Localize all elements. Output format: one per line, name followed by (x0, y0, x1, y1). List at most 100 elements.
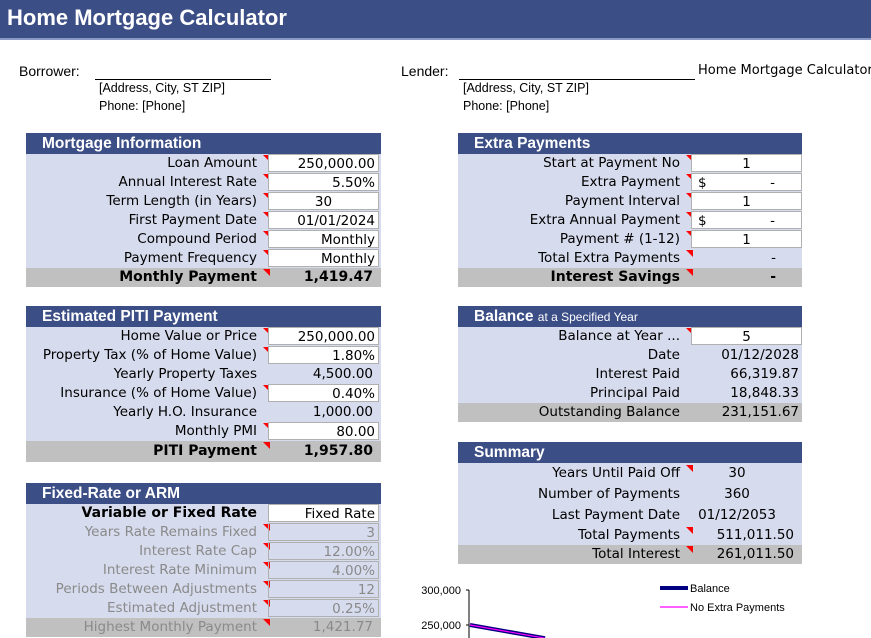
term-length-input[interactable]: 30 (268, 192, 379, 210)
monthly-pmi-row: Monthly PMI 80.00 (26, 422, 381, 441)
total-payments-value: 511,011.50 (716, 527, 794, 543)
legend-label-no-extra-payments: No Extra Payments (690, 602, 785, 614)
field-label: Home Value or Price (120, 328, 257, 344)
mortgage-info-title: Mortgage Information (26, 133, 381, 154)
compound-period-select[interactable]: Monthly (268, 230, 379, 248)
rate-type-select[interactable]: Fixed Rate (268, 504, 379, 522)
field-label: Periods Between Adjustments (55, 581, 257, 597)
piti-payment-row: PITI Payment 1,957.80 (26, 441, 381, 462)
field-label: Loan Amount (167, 155, 257, 171)
field-label: Interest Paid (595, 366, 680, 382)
field-label: Number of Payments (538, 486, 680, 502)
balance-title-text: Balance (474, 308, 534, 325)
field-label: Payment Interval (564, 193, 680, 209)
rate-minimum-input[interactable]: 4.00% (268, 561, 379, 579)
payment-number-input[interactable]: 1 (691, 230, 802, 248)
side-note: Home Mortgage Calculator (698, 63, 871, 78)
interest-savings-label: Interest Savings (550, 269, 680, 285)
rate-cap-input[interactable]: 12.00% (268, 542, 379, 560)
lender-label: Lender: (401, 63, 449, 79)
payment-frequency-row: Payment Frequency Monthly (26, 249, 381, 268)
extra-payment-value: - (770, 175, 775, 191)
borrower-phone: Phone: [Phone] (99, 99, 186, 113)
lender-phone: Phone: [Phone] (463, 99, 550, 113)
principal-paid-value: 18,848.33 (730, 385, 799, 401)
extra-annual-payment-input[interactable]: $ - (691, 211, 802, 229)
payment-frequency-select[interactable]: Monthly (268, 249, 379, 267)
yearly-insurance-value: 1,000.00 (312, 404, 373, 420)
piti-payment-label: PITI Payment (153, 443, 257, 459)
monthly-payment-row: Monthly Payment 1,419.47 (26, 268, 381, 287)
compound-period-row: Compound Period Monthly (26, 230, 381, 249)
loan-amount-input[interactable]: 250,000.00 (268, 154, 379, 172)
y-tick-label: 250,000 (421, 620, 461, 632)
periods-between-adjustments-input[interactable]: 12 (268, 580, 379, 598)
field-label: Term Length (in Years) (106, 193, 257, 209)
series-line-no-extra-payments (469, 624, 546, 638)
outstanding-balance-row: Outstanding Balance 231,151.67 (458, 403, 802, 422)
interest-paid-row: Interest Paid 66,319.87 (458, 365, 802, 384)
field-label: Interest Rate Cap (139, 543, 257, 559)
app-title: Home Mortgage Calculator (7, 5, 287, 30)
balance-year-input[interactable]: 5 (691, 327, 802, 345)
field-label: Payment # (1-12) (559, 231, 680, 247)
payment-interval-input[interactable]: 1 (691, 192, 802, 210)
highest-monthly-payment-value: 1,421.77 (312, 619, 373, 635)
piti-payment-value: 1,957.80 (303, 443, 373, 459)
payment-interval-row: Payment Interval 1 (458, 192, 802, 211)
field-label: Monthly PMI (174, 423, 257, 439)
lender-block: Lender: [Address, City, ST ZIP] Phone: [… (401, 63, 701, 113)
summary-title: Summary (458, 442, 802, 463)
field-label: Extra Annual Payment (529, 212, 680, 228)
outstanding-balance-label: Outstanding Balance (538, 404, 680, 420)
field-label: Total Extra Payments (538, 250, 680, 266)
first-payment-date-row: First Payment Date 01/01/2024 (26, 211, 381, 230)
currency-symbol: $ (698, 213, 707, 229)
property-tax-input[interactable]: 1.80% (268, 346, 379, 364)
field-label: Principal Paid (590, 385, 680, 401)
years-until-paid-off-value: 30 (728, 465, 746, 481)
lender-name-field[interactable] (459, 63, 695, 80)
estimated-adjustment-row: Estimated Adjustment 0.25% (26, 599, 381, 618)
field-label: Property Tax (% of Home Value) (42, 347, 257, 363)
yearly-property-taxes-value: 4,500.00 (312, 366, 373, 382)
field-label: Yearly H.O. Insurance (113, 404, 257, 420)
mortgage-info-panel: Mortgage Information Loan Amount 250,000… (26, 133, 381, 287)
field-label: Start at Payment No (543, 155, 680, 171)
field-label: Annual Interest Rate (118, 174, 258, 190)
years-fixed-row: Years Rate Remains Fixed 3 (26, 523, 381, 542)
home-value-input[interactable]: 250,000.00 (268, 327, 379, 345)
borrower-name-field[interactable] (95, 63, 271, 80)
y-tick-label: 300,000 (421, 585, 461, 597)
extra-payment-row: Extra Payment $ - (458, 173, 802, 192)
first-payment-date-input[interactable]: 01/01/2024 (268, 211, 379, 229)
estimated-adjustment-input[interactable]: 0.25% (268, 599, 379, 617)
periods-between-adjustments-row: Periods Between Adjustments 12 (26, 580, 381, 599)
loan-amount-row: Loan Amount 250,000.00 (26, 154, 381, 173)
total-interest-label: Total Interest (592, 546, 680, 562)
monthly-payment-value: 1,419.47 (303, 269, 373, 285)
interest-savings-value: - (770, 269, 776, 285)
borrower-block: Borrower: [Address, City, ST ZIP] Phone:… (19, 63, 279, 113)
last-payment-date-value: 01/12/2053 (698, 507, 776, 523)
balance-date-row: Date 01/12/2028 (458, 346, 802, 365)
insurance-input[interactable]: 0.40% (268, 384, 379, 402)
currency-symbol: $ (698, 175, 707, 191)
rate-cap-row: Interest Rate Cap 12.00% (26, 542, 381, 561)
start-payment-input[interactable]: 1 (691, 154, 802, 172)
total-payments-row: Total Payments 511,011.50 (458, 526, 802, 545)
monthly-pmi-input[interactable]: 80.00 (268, 422, 379, 440)
extra-payment-input[interactable]: $ - (691, 173, 802, 191)
field-label: Years Rate Remains Fixed (84, 524, 257, 540)
rate-minimum-row: Interest Rate Minimum 4.00% (26, 561, 381, 580)
extra-payments-panel: Extra Payments Start at Payment No 1 Ext… (458, 133, 802, 287)
interest-rate-input[interactable]: 5.50% (268, 173, 379, 191)
field-label: Last Payment Date (551, 507, 680, 523)
extra-annual-payment-row: Extra Annual Payment $ - (458, 211, 802, 230)
total-extra-payments-row: Total Extra Payments - (458, 249, 802, 268)
field-label: First Payment Date (128, 212, 257, 228)
borrower-label: Borrower: (19, 63, 80, 79)
years-fixed-input[interactable]: 3 (268, 523, 379, 541)
balance-year-row: Balance at Year ... 5 (458, 327, 802, 346)
lender-address: [Address, City, ST ZIP] (463, 81, 589, 95)
